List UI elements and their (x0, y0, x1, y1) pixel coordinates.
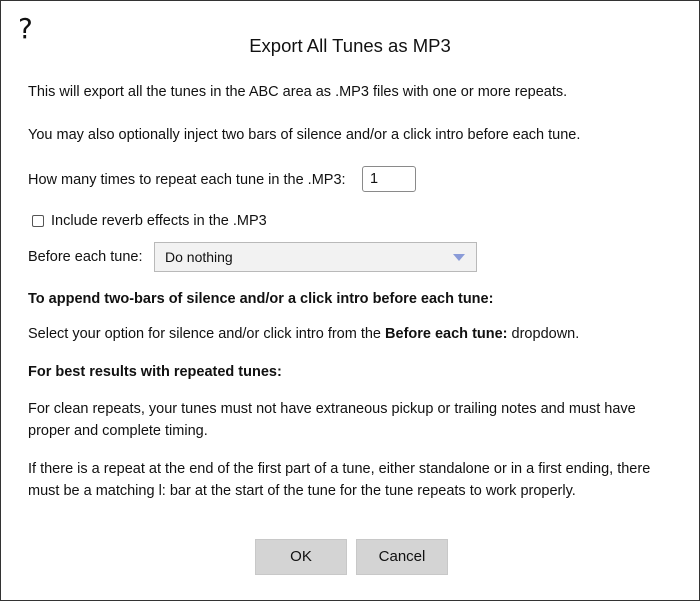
before-each-tune-dropdown[interactable]: Do nothing (154, 242, 477, 272)
repeated-tunes-heading: For best results with repeated tunes: (28, 364, 282, 380)
instructions-bold-text: Before each tune: (385, 326, 508, 342)
ok-button[interactable]: OK (255, 539, 347, 575)
intro-text-2: You may also optionally inject two bars … (28, 127, 581, 143)
repeat-bar-text-2: must be a matching l: bar at the start o… (28, 483, 576, 499)
dropdown-selected-value: Do nothing (165, 249, 233, 265)
instructions-text-start: Select your option for silence and/or cl… (28, 326, 386, 342)
silence-click-heading: To append two-bars of silence and/or a c… (28, 291, 494, 307)
reverb-checkbox[interactable] (32, 215, 44, 227)
chevron-down-icon (453, 254, 465, 261)
clean-repeats-text-2: proper and complete timing. (28, 423, 208, 439)
silence-click-instructions: Select your option for silence and/or cl… (28, 323, 579, 345)
repeat-bar-text-1: If there is a repeat at the end of the f… (28, 461, 651, 477)
before-each-tune-label: Before each tune: (28, 249, 143, 265)
repeat-count-label: How many times to repeat each tune in th… (28, 172, 346, 188)
export-mp3-dialog: ? Export All Tunes as MP3 This will expo… (0, 0, 700, 601)
repeat-count-input[interactable] (362, 166, 416, 192)
clean-repeats-text-1: For clean repeats, your tunes must not h… (28, 401, 636, 417)
intro-text-1: This will export all the tunes in the AB… (28, 84, 568, 100)
cancel-button[interactable]: Cancel (356, 539, 448, 575)
instructions-text-end: dropdown. (507, 326, 580, 342)
reverb-checkbox-label[interactable]: Include reverb effects in the .MP3 (51, 210, 267, 232)
dialog-title: Export All Tunes as MP3 (249, 35, 451, 56)
